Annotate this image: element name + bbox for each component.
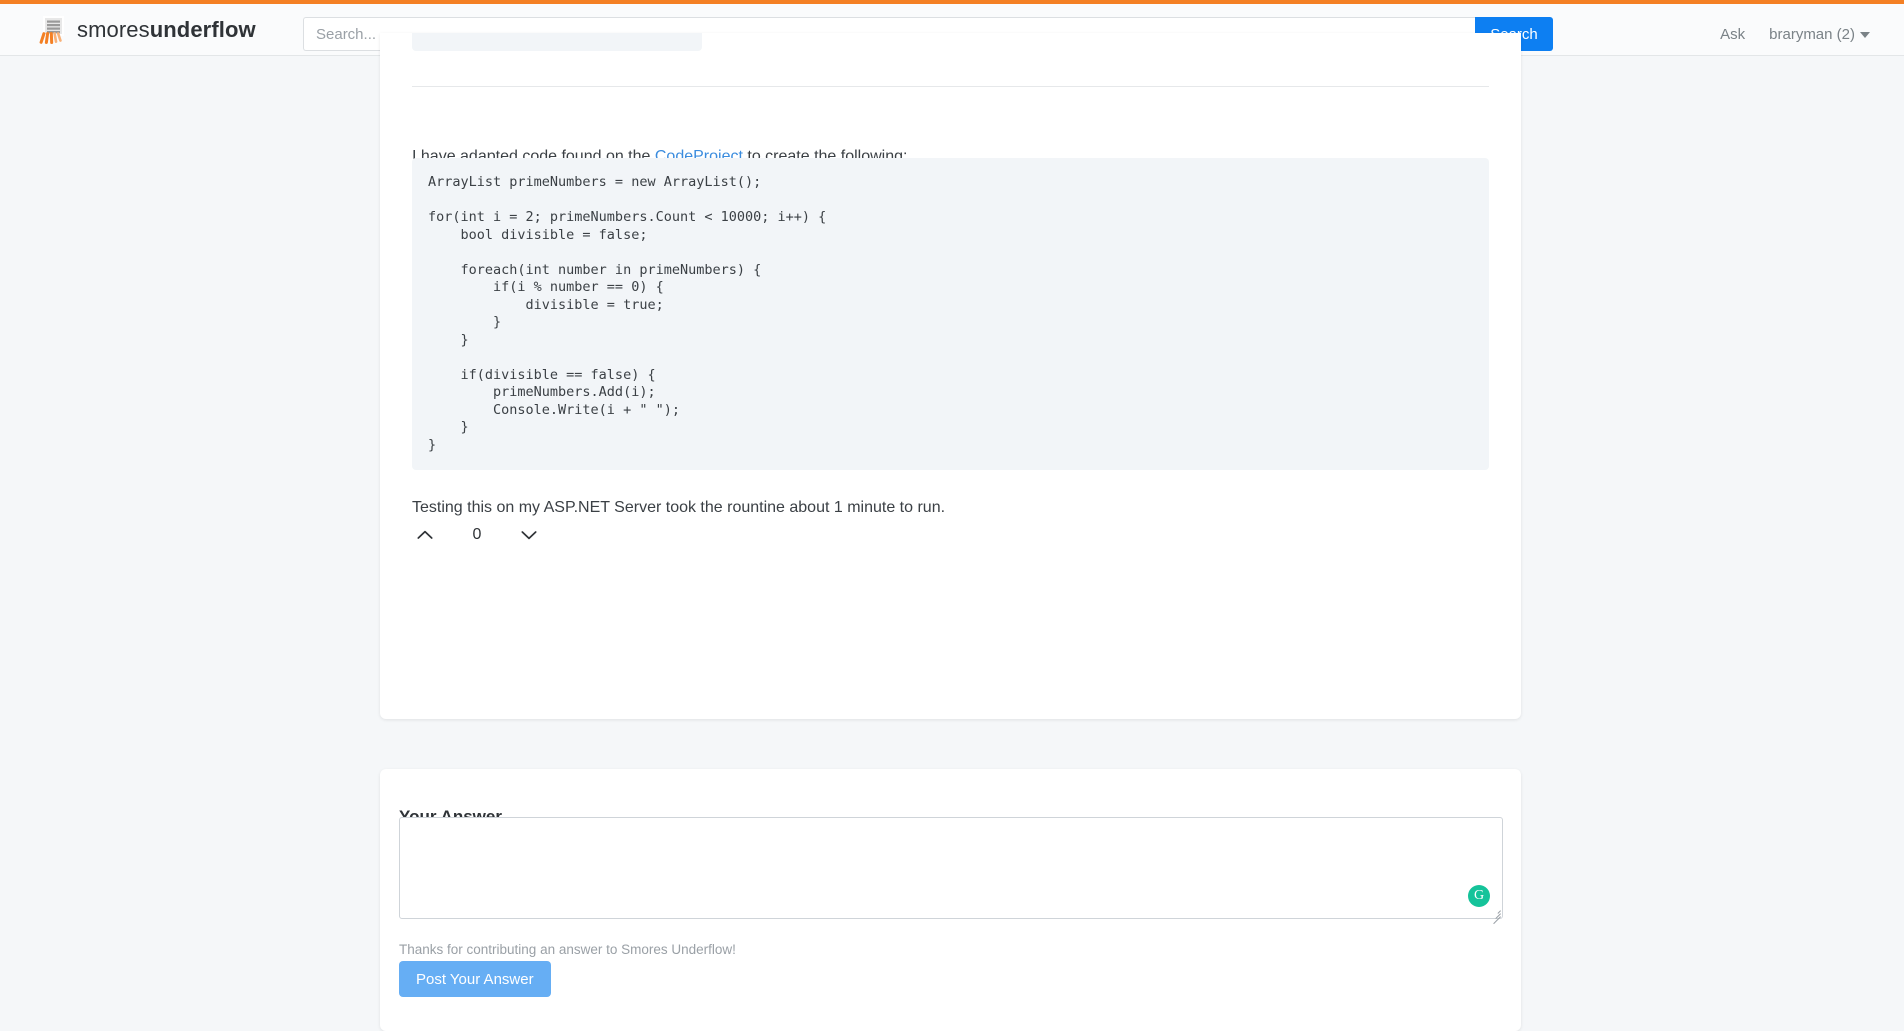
vote-widget: 0 [412,516,542,554]
page-body: I have adapted code found on the CodePro… [0,33,1904,1031]
answer-textarea-wrap: G [399,817,1503,925]
brand-logo-link[interactable]: smoresunderflow [38,14,256,46]
ask-link[interactable]: Ask [1720,26,1745,43]
post-your-answer-button[interactable]: Post Your Answer [399,961,551,997]
user-menu-label: braryman (2) [1769,25,1855,43]
vote-count: 0 [472,526,482,543]
answer-code-block: ArrayList primeNumbers = new ArrayList()… [412,158,1489,470]
brand-title-light: smores [77,16,150,42]
textarea-resize-handle[interactable] [1490,906,1501,925]
chevron-up-icon[interactable] [412,522,438,548]
answer-code-text: ArrayList primeNumbers = new ArrayList()… [428,174,827,453]
answer-form-hint: Thanks for contributing an answer to Smo… [399,941,736,957]
chevron-down-icon[interactable] [516,522,542,548]
your-answer-card: Your Answer G Thanks for contributing an… [380,769,1521,1031]
clipped-code-block-above [412,33,702,51]
brand-title-bold: underflow [149,16,256,42]
grammarly-icon[interactable]: G [1468,885,1490,907]
answer-divider [412,86,1489,87]
chevron-down-icon [1860,31,1870,38]
answer-card: I have adapted code found on the CodePro… [380,33,1521,719]
smores-stack-icon [38,14,68,46]
brand-title: smoresunderflow [77,17,256,43]
user-menu-link[interactable]: braryman (2) [1769,26,1870,43]
header-nav: Ask braryman (2) [1696,8,1904,60]
answer-textarea[interactable] [399,817,1503,919]
